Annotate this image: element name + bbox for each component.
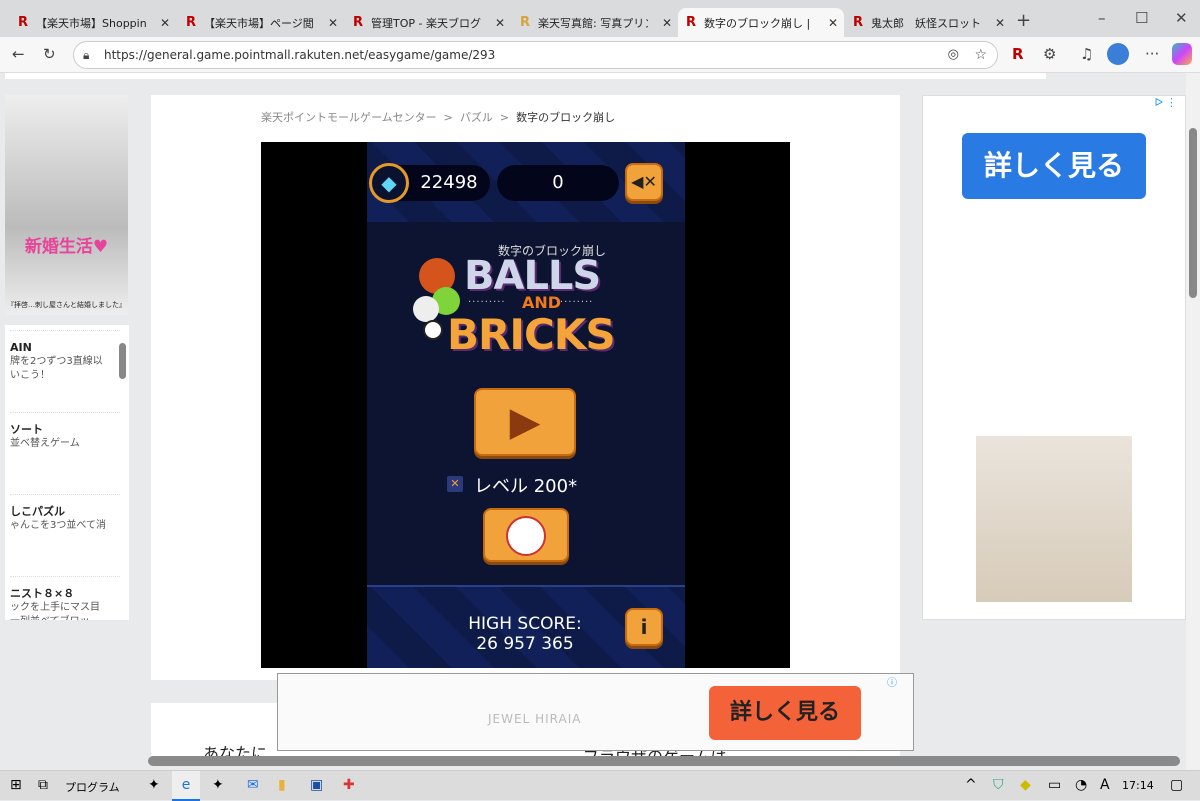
url-input[interactable]: 🔒︎ https://general.game.pointmall.rakuten… xyxy=(73,41,998,69)
tray-app-icon[interactable]: ◆ xyxy=(1020,777,1031,793)
edge-icon[interactable]: e xyxy=(172,771,200,801)
photo-icon: R xyxy=(520,15,531,30)
right-ad-details-button[interactable]: 詳しく見る xyxy=(962,133,1146,199)
rakuten-icon: R xyxy=(353,15,364,30)
notifications-icon[interactable]: ▢ xyxy=(1170,777,1183,793)
breadcrumb: 楽天ポイントモールゲームセンター > パズル > 数字のブロック崩し xyxy=(261,111,616,124)
left-ad[interactable]: 新婚生活♥ 『拝啓…刺し屋さんと結婚しました』 xyxy=(5,95,128,315)
wifi-icon[interactable]: ◔ xyxy=(1075,777,1087,793)
start-icon[interactable]: ⊞ xyxy=(10,777,22,793)
programs-toolbar[interactable]: プログラム xyxy=(65,779,120,795)
tab-1[interactable]: R【楽天市場】ページ閲覧履✕ xyxy=(178,8,344,37)
snipping-icon[interactable]: ✚ xyxy=(343,777,355,793)
tray-chevron-icon[interactable]: ^ xyxy=(965,777,977,793)
ad-menu-icon[interactable]: ⋮ xyxy=(1166,96,1177,109)
close-icon[interactable]: ✕ xyxy=(328,16,338,30)
breadcrumb-link[interactable]: パズル xyxy=(460,111,493,124)
score-display: 0 xyxy=(497,165,619,201)
scroll-thumb[interactable] xyxy=(1189,128,1197,298)
ad-brand-logo: JEWEL HIRAIA xyxy=(488,712,582,726)
list-item[interactable]: ソート 並べ替えゲーム xyxy=(10,412,120,492)
tab-5[interactable]: R鬼太郎 妖怪スロット | ス✕ xyxy=(845,8,1011,37)
address-bar: ← ↻ 🔒︎ https://general.game.pointmall.rak… xyxy=(0,37,1200,73)
tab-bar: R【楽天市場】Shopping is E✕ R【楽天市場】ページ閲覧履✕ R管理… xyxy=(0,0,1200,37)
security-icon[interactable]: ⛉ xyxy=(993,777,1004,793)
rakuten-extension-icon[interactable]: R xyxy=(1012,45,1024,63)
file-explorer-icon[interactable]: ▮ xyxy=(278,777,286,793)
bottom-ad-details-button[interactable]: 詳しく見る xyxy=(709,686,861,740)
level-label: レベル 200* xyxy=(474,476,578,497)
minimize-icon[interactable]: – xyxy=(1098,9,1106,27)
list-item[interactable]: AIN 牌を2つずつ3直線以 いこう！ xyxy=(10,330,120,410)
high-score: HIGH SCORE: 26 957 365 xyxy=(468,614,582,654)
list-item[interactable]: しこパズル ゃんこを3つ並べて消 xyxy=(10,494,120,574)
maximize-icon[interactable]: ☐ xyxy=(1135,9,1148,27)
bottom-ad[interactable]: JEWEL HIRAIA 詳しく見る ⓘ xyxy=(277,673,914,751)
copilot-app-icon[interactable]: ✦ xyxy=(212,777,224,793)
horizontal-scrollbar[interactable] xyxy=(148,756,1180,766)
star-icon[interactable]: ☆ xyxy=(974,42,987,68)
breadcrumb-link[interactable]: 楽天ポイントモールゲームセンター xyxy=(261,111,437,124)
outlook-icon[interactable]: ✉ xyxy=(247,777,259,793)
baseball-icon xyxy=(413,296,439,322)
vertical-scrollbar[interactable] xyxy=(1186,73,1200,770)
profile-avatar[interactable] xyxy=(1107,43,1129,65)
task-view-icon[interactable]: ⧉ xyxy=(38,777,48,793)
list-item[interactable]: ニスト８×８ックを上手にマス目 一列並べてブロッ xyxy=(10,576,120,620)
game-list: AIN 牌を2つずつ3直線以 いこう！ ソート 並べ替えゲーム しこパズル ゃんこを3… xyxy=(5,325,129,620)
adchoices-icon[interactable]: ᐅ xyxy=(1155,96,1163,109)
clock[interactable]: 17:14 xyxy=(1122,779,1154,792)
soccer-ball-icon xyxy=(423,320,443,340)
tab-0[interactable]: R【楽天市場】Shopping is E✕ xyxy=(10,8,176,37)
ball-select-button[interactable] xyxy=(483,508,569,562)
copilot-icon[interactable] xyxy=(1172,43,1192,65)
ime-icon[interactable]: A xyxy=(1100,777,1110,793)
close-window-icon[interactable]: ✕ xyxy=(1175,9,1188,27)
tab-3[interactable]: R楽天写真館: 写真プリント✕ xyxy=(512,8,678,37)
rakuten-icon: R xyxy=(18,15,29,30)
rakuten-icon: R xyxy=(853,15,864,30)
back-icon[interactable]: ← xyxy=(12,45,25,63)
close-icon[interactable]: ✕ xyxy=(662,16,672,30)
adchoices-icon[interactable]: ⓘ xyxy=(887,674,897,689)
copilot-icon[interactable]: ✦ xyxy=(148,777,160,793)
baseball-icon xyxy=(506,516,546,556)
mute-sound-button[interactable]: ◀✕ xyxy=(625,163,663,201)
close-icon[interactable]: ✕ xyxy=(495,16,505,30)
network-icon[interactable]: ▭ xyxy=(1048,777,1061,793)
level-toggle-checkbox[interactable]: ✕ xyxy=(447,476,463,492)
more-icon[interactable]: ··· xyxy=(1145,45,1159,63)
store-icon[interactable]: ▣ xyxy=(310,777,323,793)
new-tab-icon[interactable]: + xyxy=(1016,10,1031,31)
play-button[interactable]: ▶ xyxy=(474,388,576,456)
tab-2[interactable]: R 管理TOP - 楽天ブログ ✕ xyxy=(345,8,511,37)
tracking-icon[interactable]: ◎ xyxy=(948,42,959,68)
list-scrollbar[interactable] xyxy=(119,343,126,379)
close-icon[interactable]: ✕ xyxy=(160,16,170,30)
diamond-icon: ◆ xyxy=(369,163,409,203)
reload-icon[interactable]: ↻ xyxy=(43,45,56,63)
tab-4[interactable]: R数字のブロック崩し | 楽天✕ xyxy=(678,8,844,37)
broom-image xyxy=(976,436,1132,602)
top-strip xyxy=(5,73,1046,79)
media-icon[interactable]: ♫ xyxy=(1080,45,1093,63)
taskbar: ⊞ ⧉ プログラム ✦ e ✦ ✉ ▮ ▣ ✚ ^ ⛉ ◆ ▭ ◔ A 17:1… xyxy=(0,770,1200,801)
close-icon[interactable]: ✕ xyxy=(995,16,1005,30)
info-button[interactable]: i xyxy=(625,608,663,646)
close-icon[interactable]: ✕ xyxy=(828,16,838,30)
game-logo-bricks: BRICKS xyxy=(447,310,616,359)
rakuten-icon: R xyxy=(186,15,197,30)
rakuten-icon: R xyxy=(686,15,697,30)
lock-icon: 🔒︎ xyxy=(83,48,90,62)
extensions-icon[interactable]: ⚙ xyxy=(1043,45,1056,63)
